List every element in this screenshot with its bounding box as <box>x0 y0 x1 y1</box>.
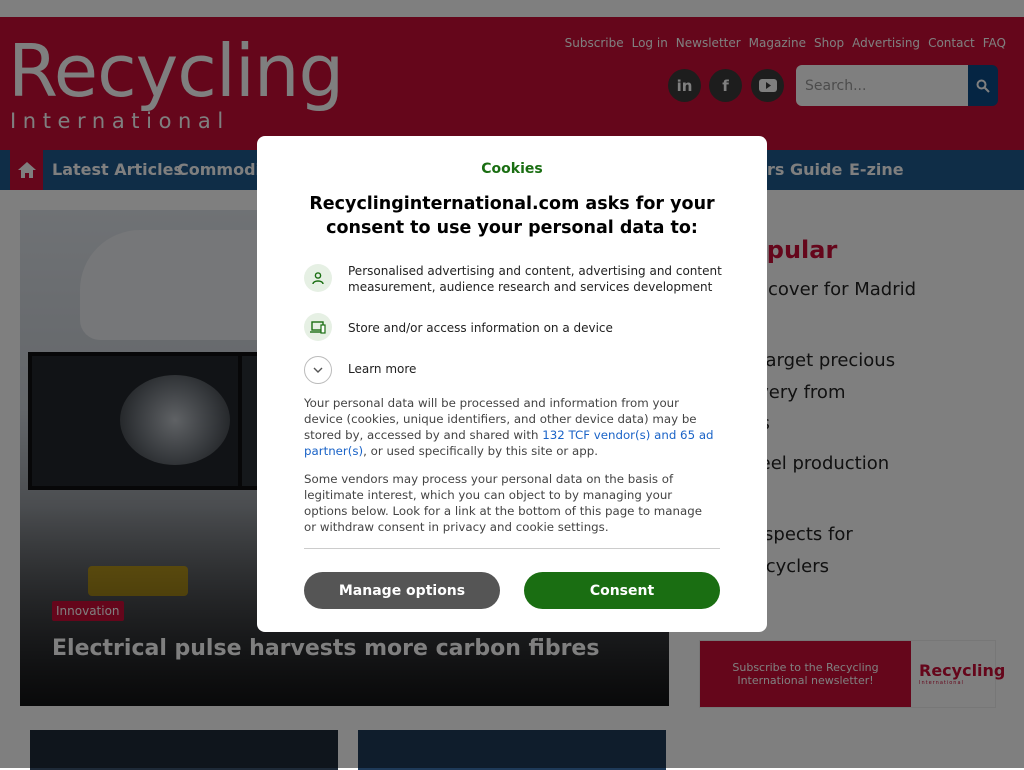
learn-more-label[interactable]: Learn more <box>348 361 728 377</box>
consent-dialog: Cookies Recyclinginternational.com asks … <box>257 136 767 632</box>
chevron-down-icon[interactable] <box>304 356 332 384</box>
consent-paragraph: Your personal data will be processed and… <box>304 395 716 459</box>
consent-label: Cookies <box>481 161 543 177</box>
manage-options-button[interactable]: Manage options <box>304 572 500 609</box>
consent-title: Recyclinginternational.com asks for your… <box>309 194 715 238</box>
consent-paragraph: Some vendors may process your personal d… <box>304 472 702 534</box>
device-icon <box>304 313 332 341</box>
person-icon <box>304 264 332 292</box>
divider <box>304 548 720 549</box>
purpose-text: Store and/or access information on a dev… <box>348 321 613 335</box>
paragraph-text: , or used specifically by this site or a… <box>363 444 598 458</box>
purpose-text: Personalised advertising and content, ad… <box>348 264 722 294</box>
consent-button[interactable]: Consent <box>524 572 720 609</box>
